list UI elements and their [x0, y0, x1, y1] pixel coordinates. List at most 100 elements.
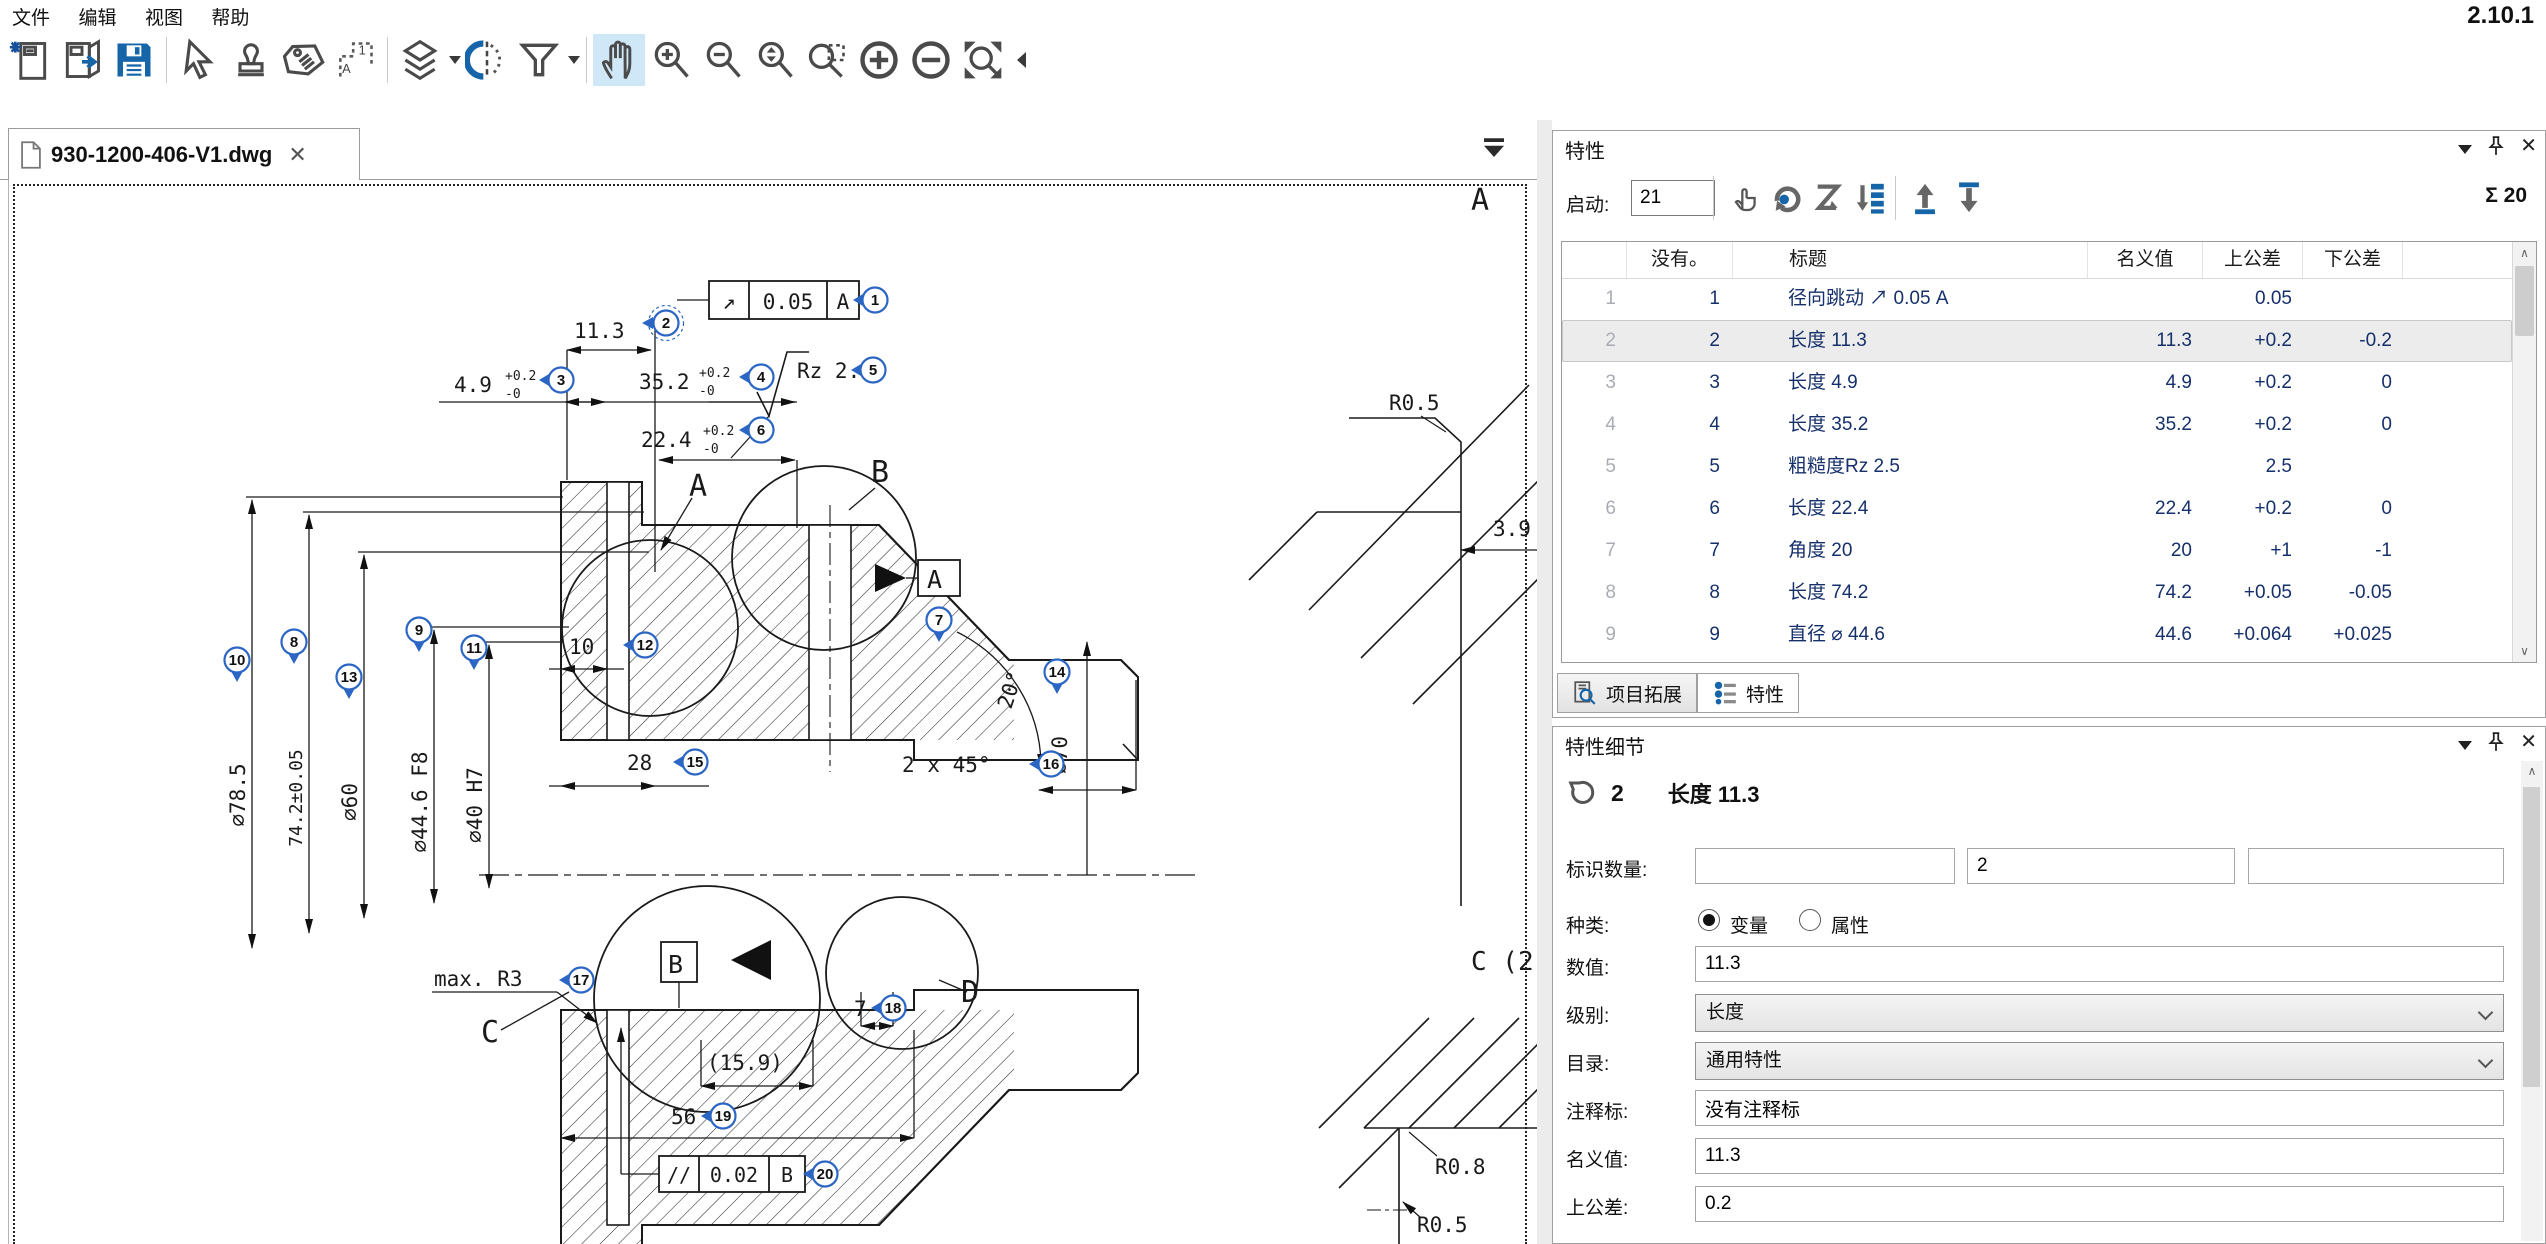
table-row-6[interactable]: 66长度 22.422.4+0.20	[1562, 488, 2512, 530]
dim-35.2-upper: +0.2	[699, 366, 730, 381]
menu-view[interactable]: 视图	[133, 0, 195, 33]
enlarge-icon[interactable]	[853, 34, 905, 86]
scroll-thumb[interactable]	[2523, 787, 2540, 1087]
filter-dropdown-icon[interactable]	[568, 56, 580, 64]
layers-dropdown-icon[interactable]	[449, 56, 461, 64]
kind-radio-attribute[interactable]	[1799, 909, 1821, 931]
balloon-17: 17	[559, 968, 594, 993]
panel-menu-icon[interactable]	[2458, 741, 2472, 750]
kind-radio-variable[interactable]	[1698, 909, 1720, 931]
panel-menu-icon[interactable]	[2458, 145, 2472, 154]
fcf-top-datum: A	[837, 290, 850, 314]
panel-close-icon[interactable]: ✕	[2520, 135, 2537, 157]
tab-project-expand[interactable]: 项目拓展	[1557, 673, 1697, 713]
menu-edit[interactable]: 编辑	[66, 0, 128, 33]
table-row-8[interactable]: 88长度 74.274.2+0.05-0.05	[1562, 572, 2512, 614]
zoom-window-icon[interactable]	[801, 34, 853, 86]
tab-list-icon[interactable]	[1479, 134, 1509, 160]
row-lower: -1	[2302, 530, 2402, 572]
row-upper: +0.2	[2202, 362, 2302, 404]
zoom-out-icon[interactable]	[697, 34, 749, 86]
svg-text:15: 15	[687, 754, 704, 771]
zigzag-order-icon[interactable]	[1809, 178, 1849, 218]
pin-icon[interactable]	[2488, 136, 2504, 156]
table-row-1[interactable]: 11径向跳动 ↗ 0.05 A0.05	[1562, 278, 2512, 320]
toolbar: 1 A	[4, 32, 1026, 88]
svg-text:10: 10	[229, 652, 246, 669]
pin-icon[interactable]	[2488, 732, 2504, 752]
selected-item-number: 2	[1611, 780, 1624, 807]
row-lower: +0.025	[2302, 614, 2402, 656]
svg-text:4: 4	[757, 369, 766, 386]
save-icon[interactable]	[108, 34, 160, 86]
id-qty-input-2[interactable]	[1967, 848, 2235, 884]
move-bottom-icon[interactable]	[1949, 178, 1989, 218]
table-row-4[interactable]: 44长度 35.235.2+0.20	[1562, 404, 2512, 446]
menu-help[interactable]: 帮助	[199, 0, 261, 33]
document-tab[interactable]: 930-1200-406-V1.dwg ✕	[8, 128, 360, 180]
layers-icon[interactable]	[394, 34, 446, 86]
nominal-input[interactable]	[1695, 1138, 2504, 1174]
filter-icon[interactable]	[513, 34, 565, 86]
scroll-up-icon[interactable]: ∧	[2513, 242, 2536, 264]
row-no: 5	[1626, 446, 1732, 488]
row-title: 长度 4.9	[1732, 362, 2087, 404]
detail-c-label: C	[481, 1015, 499, 1050]
zoom-dynamic-icon[interactable]	[749, 34, 801, 86]
dim-dia40: ⌀40 H7	[463, 767, 487, 843]
drawing-canvas[interactable]: ↗ 0.05 A // 0.02 B 11.3 4.9 +0.2 -0 35.2…	[8, 180, 1537, 1244]
mirror-icon[interactable]	[461, 34, 513, 86]
note-input[interactable]	[1695, 1090, 2504, 1126]
renumber-icon[interactable]	[1767, 178, 1807, 218]
panel-close-icon[interactable]: ✕	[2520, 731, 2537, 753]
id-qty-input-1[interactable]	[1695, 848, 1955, 884]
pan-icon[interactable]	[593, 34, 645, 86]
id-qty-input-3[interactable]	[2248, 848, 2504, 884]
balloon-11: 11	[462, 636, 487, 671]
upper-tolerance-input[interactable]	[1695, 1186, 2504, 1222]
row-index: 2	[1562, 320, 1626, 362]
menu-file[interactable]: 文件	[0, 0, 62, 33]
move-top-icon[interactable]	[1905, 178, 1945, 218]
start-input[interactable]	[1631, 180, 1715, 216]
row-index: 8	[1562, 572, 1626, 614]
class-combobox[interactable]: 长度	[1695, 994, 2504, 1032]
svg-text:14: 14	[1049, 664, 1066, 681]
dim-74.2: 74.2±0.05	[286, 749, 307, 847]
list-order-icon[interactable]	[1851, 178, 1891, 218]
col-header-lower: 下公差	[2302, 242, 2402, 278]
new-document-icon[interactable]	[4, 34, 56, 86]
partial-view-icon[interactable]: 1 A	[329, 34, 381, 86]
table-row-9[interactable]: 99直径 ⌀ 44.644.6+0.064+0.025	[1562, 614, 2512, 656]
value-input[interactable]	[1695, 946, 2504, 982]
details-scrollbar[interactable]: ∧	[2521, 761, 2543, 1241]
tab-properties[interactable]: 特性	[1697, 673, 1799, 713]
row-lower: 0	[2302, 488, 2402, 530]
table-row-2-selected[interactable]: 22长度 11.311.3+0.2-0.2	[1562, 320, 2512, 362]
table-row-5[interactable]: 55粗糙度Rz 2.52.5	[1562, 446, 2512, 488]
open-document-icon[interactable]	[56, 34, 108, 86]
fcf-bottom-value: 0.02	[710, 1163, 758, 1187]
reduce-icon[interactable]	[905, 34, 957, 86]
catalog-combobox[interactable]: 通用特性	[1695, 1042, 2504, 1080]
row-nominal: 35.2	[2087, 404, 2202, 446]
fcf-top-value: 0.05	[763, 290, 814, 314]
pick-hand-icon[interactable]	[1725, 178, 1765, 218]
scroll-up-icon[interactable]: ∧	[2521, 761, 2543, 781]
dock-tabs: 项目拓展 特性	[1557, 673, 1799, 715]
tag-icon[interactable]	[277, 34, 329, 86]
scroll-thumb[interactable]	[2515, 266, 2534, 336]
zoom-in-icon[interactable]	[645, 34, 697, 86]
table-scrollbar[interactable]: ∧ ∨	[2512, 242, 2536, 662]
stamp-icon[interactable]	[225, 34, 277, 86]
panel-splitter[interactable]	[1537, 120, 1552, 1244]
document-tab-close-icon[interactable]: ✕	[288, 142, 306, 168]
scroll-down-icon[interactable]: ∨	[2513, 640, 2536, 662]
select-icon[interactable]	[173, 34, 225, 86]
chevron-down-icon	[2478, 1005, 2494, 1021]
zoom-fit-icon[interactable]	[957, 34, 1009, 86]
toolbar-collapse-icon[interactable]	[1017, 52, 1026, 68]
table-row-7[interactable]: 77角度 2020+1-1	[1562, 530, 2512, 572]
row-title: 直径 ⌀ 44.6	[1732, 614, 2087, 656]
table-row-3[interactable]: 33长度 4.94.9+0.20	[1562, 362, 2512, 404]
